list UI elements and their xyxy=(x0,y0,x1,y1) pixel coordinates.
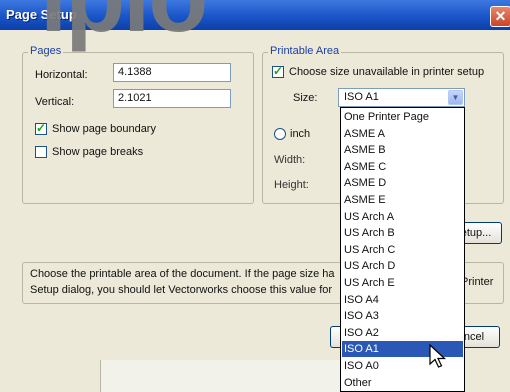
inch-radio[interactable] xyxy=(274,128,286,140)
dropdown-option[interactable]: ASME E xyxy=(342,192,463,208)
width-label: Width: xyxy=(274,154,306,166)
inch-label[interactable]: inch xyxy=(290,128,310,140)
background-panel xyxy=(100,360,351,392)
show-boundary-label[interactable]: Show page boundary xyxy=(52,123,156,135)
dropdown-option[interactable]: ASME D xyxy=(342,175,463,191)
choose-size-checkbox[interactable] xyxy=(272,64,284,78)
dropdown-option[interactable]: US Arch A xyxy=(342,209,463,225)
dropdown-option[interactable]: ISO A2 xyxy=(342,325,463,341)
help-text-line1: Choose the printable area of the documen… xyxy=(30,268,335,280)
help-text-line2: Setup dialog, you should let Vectorworks… xyxy=(30,284,333,296)
pointer-cursor-icon xyxy=(429,344,447,368)
dropdown-option[interactable]: ASME B xyxy=(342,142,463,158)
horizontal-label: Horizontal: xyxy=(35,69,88,81)
dropdown-option[interactable]: ISO A3 xyxy=(342,308,463,324)
dropdown-option[interactable]: ASME C xyxy=(342,159,463,175)
dropdown-option[interactable]: ASME A xyxy=(342,126,463,142)
dropdown-option[interactable]: ISO A4 xyxy=(342,292,463,308)
dropdown-option[interactable]: Other xyxy=(342,375,463,391)
vertical-field[interactable]: 2.1021 xyxy=(113,89,231,108)
show-breaks-label[interactable]: Show page breaks xyxy=(52,146,143,158)
printable-area-group-label: Printable Area xyxy=(268,45,342,57)
dropdown-option[interactable]: US Arch B xyxy=(342,225,463,241)
dropdown-option[interactable]: US Arch E xyxy=(342,275,463,291)
vertical-label: Vertical: xyxy=(35,96,75,108)
horizontal-field[interactable]: 4.1388 xyxy=(113,63,231,82)
show-boundary-checkbox[interactable] xyxy=(35,121,47,135)
show-breaks-checkbox[interactable] xyxy=(35,146,47,158)
size-select-value: ISO A1 xyxy=(344,91,379,103)
dropdown-option[interactable]: One Printer Page xyxy=(342,109,463,125)
help-text-right: Printer xyxy=(461,276,494,288)
size-select[interactable]: ISO A1 ▼ xyxy=(338,88,465,107)
choose-size-label[interactable]: Choose size unavailable in printer setup xyxy=(289,66,484,78)
chevron-down-icon[interactable]: ▼ xyxy=(448,90,463,105)
dropdown-option[interactable]: US Arch C xyxy=(342,242,463,258)
dropdown-option[interactable]: US Arch D xyxy=(342,258,463,274)
size-label: Size: xyxy=(293,92,318,104)
height-label: Height: xyxy=(274,179,309,191)
watermark-logo: ipio xyxy=(40,0,208,46)
close-icon[interactable]: ✕ xyxy=(490,6,510,27)
